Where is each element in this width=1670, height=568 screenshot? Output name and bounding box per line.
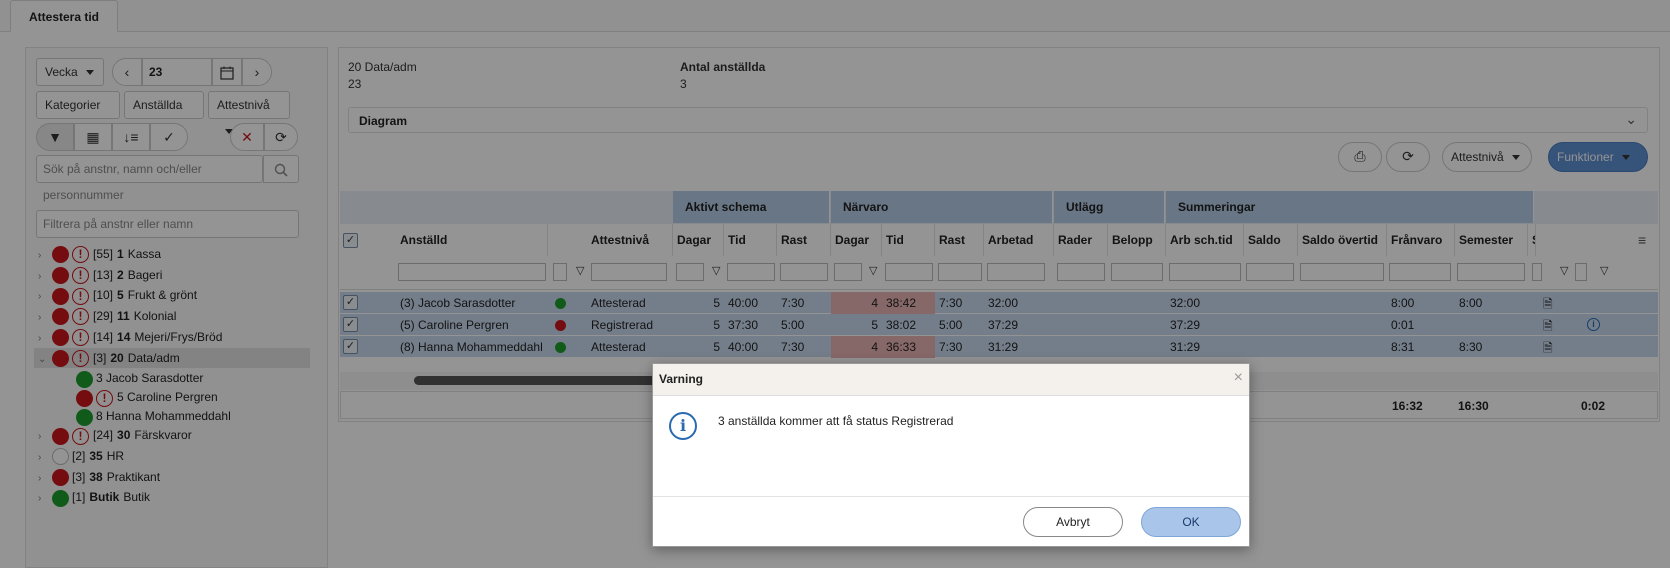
- dialog-message: 3 anställda kommer att få status Registr…: [718, 414, 954, 428]
- dialog-header: Varning ×: [653, 364, 1249, 396]
- ok-button[interactable]: OK: [1141, 507, 1241, 537]
- dialog-title: Varning: [659, 372, 704, 386]
- dialog-divider: [653, 496, 1249, 497]
- close-icon[interactable]: ×: [1234, 369, 1243, 387]
- cancel-button[interactable]: Avbryt: [1023, 507, 1123, 537]
- warning-dialog: Varning × i 3 anställda kommer att få st…: [652, 363, 1250, 547]
- info-icon: i: [669, 412, 697, 440]
